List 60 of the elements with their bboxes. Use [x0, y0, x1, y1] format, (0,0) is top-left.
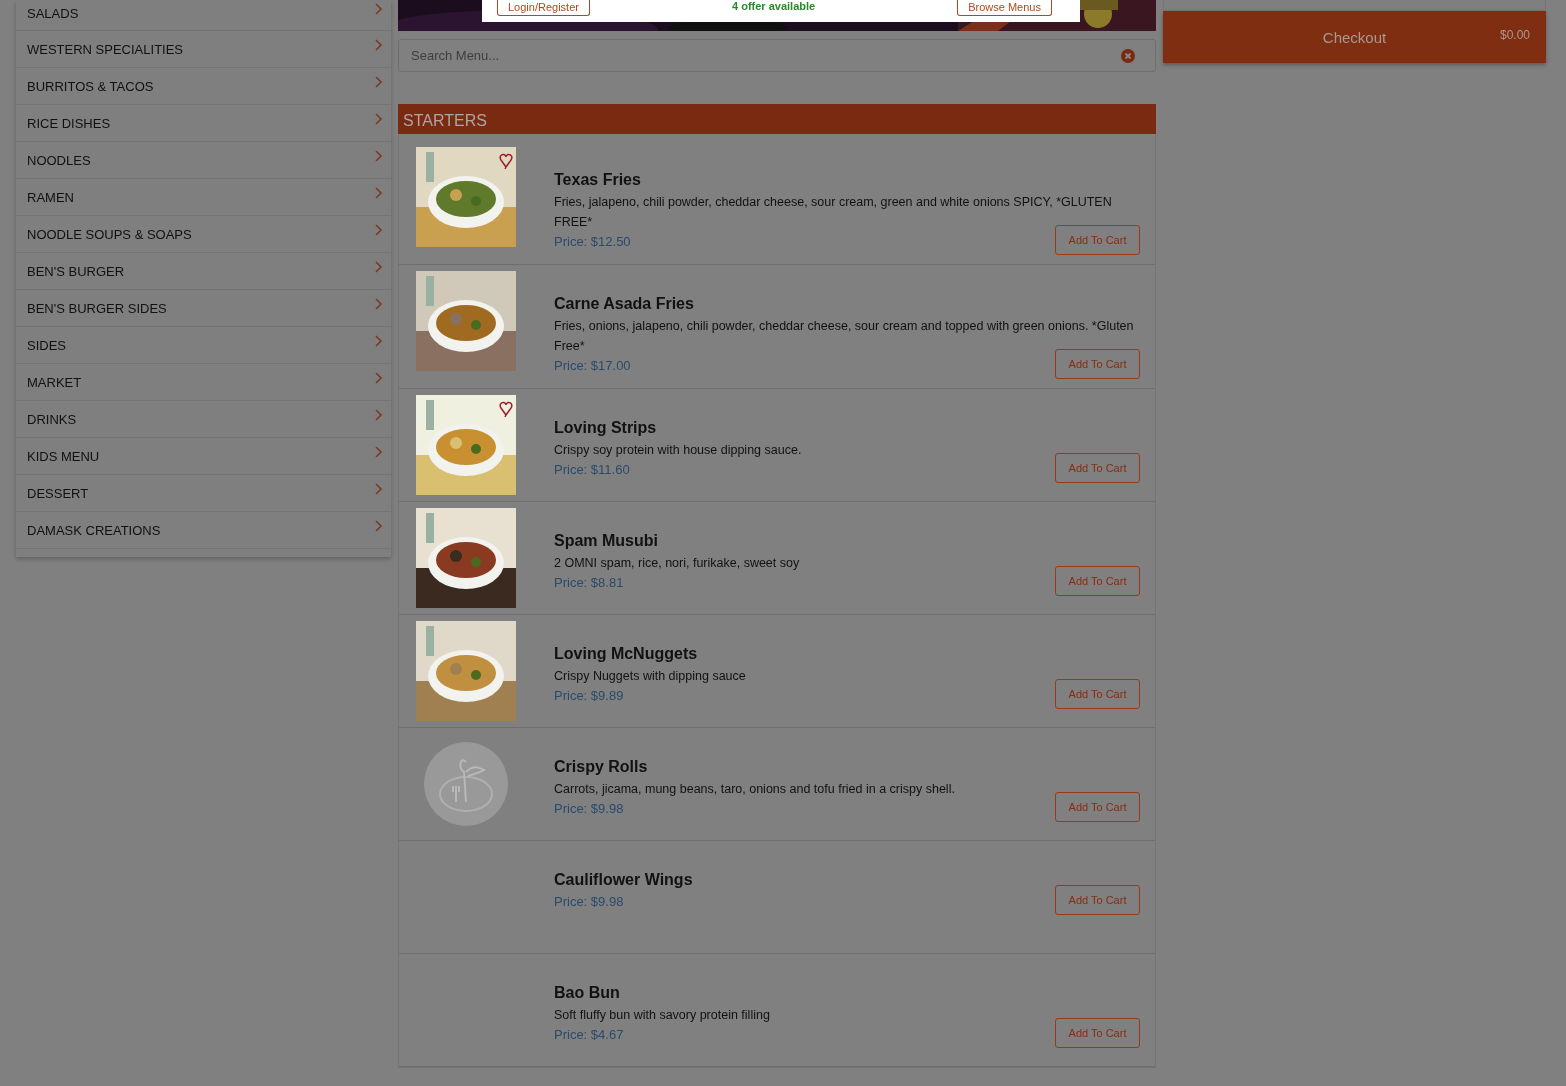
category-item[interactable]: DAMASK CREATIONS [16, 512, 391, 549]
chevron-right-icon [375, 261, 383, 273]
category-item[interactable]: BURRITOS & TACOS [16, 68, 391, 105]
category-item[interactable]: MARKET [16, 364, 391, 401]
item-description: Crispy Nuggets with dipping sauce [554, 668, 747, 685]
chevron-right-icon [375, 409, 383, 421]
item-name: Loving Strips [554, 419, 658, 437]
login-register-button[interactable]: Login/Register [497, 0, 590, 16]
category-item[interactable]: RAMEN [16, 179, 391, 216]
chevron-right-icon [375, 224, 383, 236]
item-name: Loving McNuggets [554, 645, 699, 663]
category-item[interactable]: RICE DISHES [16, 105, 391, 142]
browse-menus-button[interactable]: Browse Menus [957, 0, 1052, 16]
item-price: Price: $12.50 [554, 234, 631, 249]
category-item[interactable]: WESTERN SPECIALITIES [16, 31, 391, 68]
cart-total: $0.00 [1499, 28, 1530, 42]
item-price: Price: $9.98 [554, 894, 624, 909]
item-price: Price: $4.67 [554, 1027, 624, 1042]
section-header: STARTERS [398, 104, 1156, 134]
category-item[interactable]: SIDES [16, 327, 391, 364]
chevron-right-icon [375, 150, 383, 162]
chevron-right-icon [375, 187, 383, 199]
item-name: Bao Bun [554, 984, 621, 1002]
item-price: Price: $8.81 [554, 575, 624, 590]
chevron-right-icon [375, 520, 383, 532]
item-description: Crispy soy protein with house dipping sauce. [554, 442, 803, 459]
category-item[interactable]: SALADS [16, 0, 391, 31]
plate-logo-icon [424, 742, 508, 826]
item-name: Carne Asada Fries [554, 295, 695, 313]
item-name: Cauliflower Wings [554, 871, 694, 889]
chevron-right-icon [375, 76, 383, 88]
item-name: Crispy Rolls [554, 758, 649, 776]
item-name: Texas Fries [554, 171, 642, 189]
item-price: Price: $17.00 [554, 358, 631, 373]
category-item[interactable]: NOODLE SOUPS & SOAPS [16, 216, 391, 253]
item-description: Soft fluffy bun with savory protein filling [554, 1007, 771, 1024]
chevron-right-icon [375, 483, 383, 495]
offer-count: 4 offer available [732, 0, 816, 13]
item-price: Price: $9.98 [554, 801, 624, 816]
category-item[interactable]: KIDS MENU [16, 438, 391, 475]
category-item[interactable]: NOODLES [16, 142, 391, 179]
item-name: Spam Musubi [554, 532, 659, 550]
item-price: Price: $9.89 [554, 688, 624, 703]
chevron-right-icon [375, 3, 383, 15]
clear-icon [1121, 49, 1135, 63]
item-description: Carrots, jicama, mung beans, taro, onions and tofu fried in a crispy shell. [554, 781, 956, 798]
chevron-right-icon [375, 335, 383, 347]
chevron-right-icon [375, 113, 383, 125]
item-price: Price: $11.60 [554, 462, 630, 477]
chevron-right-icon [375, 372, 383, 384]
search-field[interactable]: Search Menu... [398, 39, 1156, 72]
category-item[interactable]: DESSERT [16, 475, 391, 512]
chevron-right-icon [375, 298, 383, 310]
item-description: 2 OMNI spam, rice, nori, furikake, sweet soy [554, 555, 801, 572]
category-item[interactable]: BEN'S BURGER [16, 253, 391, 290]
category-item[interactable]: DRINKS [16, 401, 391, 438]
checkout-button[interactable]: Checkout $0.00 [1163, 11, 1546, 63]
category-item[interactable]: BEN'S BURGER SIDES [16, 290, 391, 327]
chevron-right-icon [375, 39, 383, 51]
chevron-right-icon [375, 446, 383, 458]
